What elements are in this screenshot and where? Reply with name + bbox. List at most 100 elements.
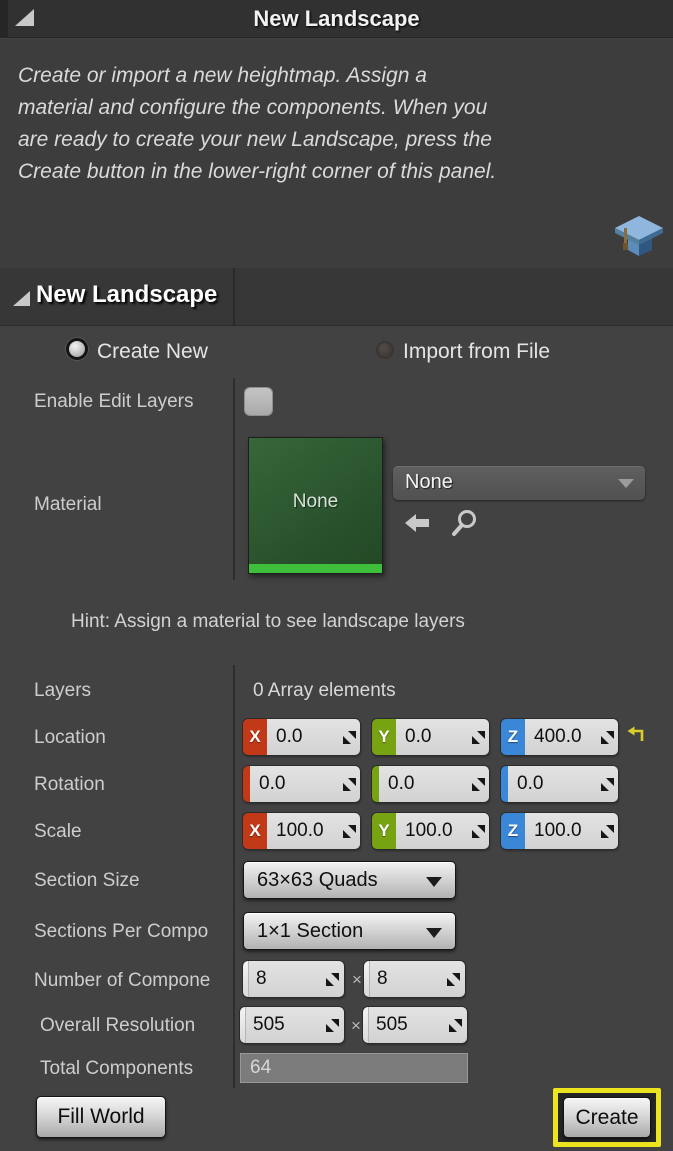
column-divider <box>233 665 235 1088</box>
diagonal-drag-icon[interactable] <box>472 824 485 838</box>
diagonal-drag-icon[interactable] <box>326 972 339 986</box>
scale-z-field[interactable]: Z 100.0 <box>501 813 618 849</box>
diagonal-drag-icon[interactable] <box>449 1018 462 1032</box>
panel-title: New Landscape <box>253 6 420 31</box>
diagonal-drag-icon[interactable] <box>326 1018 339 1032</box>
section-collapse-triangle-icon[interactable] <box>13 291 30 306</box>
description-pane: Create or import a new heightmap. Assign… <box>0 39 673 268</box>
material-thumbnail-text: None <box>292 491 339 512</box>
overall-resolution-label: Overall Resolution <box>40 1015 196 1036</box>
number-of-components-x-value[interactable]: 8 <box>256 968 267 990</box>
number-of-components-x-field[interactable]: 8 <box>243 961 344 997</box>
axis-x-tab: X <box>243 719 267 755</box>
description-line: are ready to create your new Landscape, … <box>18 128 492 151</box>
axis-z-tab: Z <box>501 719 525 755</box>
fill-world-button[interactable]: Fill World <box>36 1096 166 1138</box>
location-y-field[interactable]: Y 0.0 <box>372 719 489 755</box>
axis-y-tab: Y <box>372 813 396 849</box>
number-of-components-y-value[interactable]: 8 <box>377 968 388 990</box>
section-title: New Landscape <box>36 281 218 308</box>
radio-create-new-label[interactable]: Create New <box>97 340 208 364</box>
diagonal-drag-icon[interactable] <box>601 730 614 744</box>
material-thumbnail[interactable]: None <box>248 437 383 574</box>
diagonal-drag-icon[interactable] <box>447 972 460 986</box>
section-size-dropdown[interactable]: 63×63 Quads <box>243 861 456 899</box>
radio-create-new[interactable] <box>66 338 88 360</box>
scale-x-field[interactable]: X 100.0 <box>243 813 360 849</box>
rotation-y-value[interactable]: 0.0 <box>388 773 414 795</box>
diagonal-drag-icon[interactable] <box>601 777 614 791</box>
axis-x-tab: X <box>243 813 267 849</box>
chevron-down-icon <box>618 479 634 488</box>
column-divider <box>233 268 235 326</box>
use-selected-asset-arrow-icon[interactable] <box>404 512 430 534</box>
rotation-x-field[interactable]: 0.0 <box>243 766 360 802</box>
chevron-down-icon <box>426 877 442 887</box>
axis-y-tab <box>372 766 379 802</box>
browse-asset-magnifier-icon[interactable] <box>451 508 478 538</box>
create-button-focus-frame: Create <box>553 1088 661 1147</box>
diagonal-drag-icon[interactable] <box>472 777 485 791</box>
overall-resolution-y-value[interactable]: 505 <box>376 1014 408 1036</box>
location-x-field[interactable]: X 0.0 <box>243 719 360 755</box>
enable-edit-layers-label: Enable Edit Layers <box>34 391 194 412</box>
chevron-down-icon <box>426 928 442 938</box>
overall-resolution-x-value[interactable]: 505 <box>253 1014 285 1036</box>
sections-per-component-dropdown[interactable]: 1×1 Section <box>243 912 456 950</box>
diagonal-drag-icon[interactable] <box>601 824 614 838</box>
material-asset-dropdown[interactable]: None <box>393 466 645 500</box>
rotation-z-field[interactable]: 0.0 <box>501 766 618 802</box>
sections-per-component-value: 1×1 Section <box>257 920 364 942</box>
overall-resolution-y-field[interactable]: 505 <box>363 1007 467 1043</box>
description-text: Create or import a new heightmap. Assign… <box>0 39 673 188</box>
enable-edit-layers-checkbox[interactable] <box>245 388 272 415</box>
scale-x-value[interactable]: 100.0 <box>276 820 324 842</box>
material-thumbnail-stripe <box>249 564 382 573</box>
rotation-label: Rotation <box>34 774 105 795</box>
material-label: Material <box>34 494 102 515</box>
panel-title-bar: New Landscape <box>0 0 673 38</box>
location-z-field[interactable]: Z 400.0 <box>501 719 618 755</box>
axis-z-tab <box>501 766 508 802</box>
sections-per-component-label: Sections Per Compo <box>34 921 209 942</box>
axis-z-tab: Z <box>501 813 525 849</box>
scale-z-value[interactable]: 100.0 <box>534 820 582 842</box>
diagonal-drag-icon[interactable] <box>343 730 356 744</box>
column-divider <box>233 378 235 580</box>
section-size-label: Section Size <box>34 870 140 891</box>
section-header[interactable]: New Landscape <box>0 268 673 326</box>
scale-label: Scale <box>34 821 82 842</box>
material-asset-value: None <box>405 471 453 493</box>
radio-import-from-file[interactable] <box>376 341 394 359</box>
graduation-cap-icon[interactable] <box>613 212 665 258</box>
description-line: Create button in the lower-right corner … <box>18 160 497 183</box>
number-of-components-label: Number of Compone <box>34 970 211 991</box>
rotation-x-value[interactable]: 0.0 <box>259 773 285 795</box>
radio-import-from-file-label[interactable]: Import from File <box>403 340 550 364</box>
create-button[interactable]: Create <box>563 1097 651 1138</box>
location-y-value[interactable]: 0.0 <box>405 726 431 748</box>
scale-y-field[interactable]: Y 100.0 <box>372 813 489 849</box>
rotation-y-field[interactable]: 0.0 <box>372 766 489 802</box>
layers-array-value: 0 Array elements <box>253 680 396 701</box>
overall-resolution-x-field[interactable]: 505 <box>240 1007 344 1043</box>
location-label: Location <box>34 727 106 748</box>
diagonal-drag-icon[interactable] <box>343 777 356 791</box>
total-components-label: Total Components <box>40 1058 194 1079</box>
rotation-z-value[interactable]: 0.0 <box>517 773 543 795</box>
diagonal-drag-icon[interactable] <box>343 824 356 838</box>
location-x-value[interactable]: 0.0 <box>276 726 302 748</box>
total-components-value: 64 <box>250 1057 272 1078</box>
section-size-value: 63×63 Quads <box>257 869 378 891</box>
number-of-components-y-field[interactable]: 8 <box>364 961 465 997</box>
axis-x-tab <box>243 766 250 802</box>
diagonal-drag-icon[interactable] <box>472 730 485 744</box>
total-components-field: 64 <box>240 1053 468 1083</box>
reset-to-default-icon[interactable] <box>626 724 646 744</box>
multiply-separator: × <box>352 970 362 989</box>
scale-y-value[interactable]: 100.0 <box>405 820 453 842</box>
axis-y-tab: Y <box>372 719 396 755</box>
location-z-value[interactable]: 400.0 <box>534 726 582 748</box>
description-line: Create or import a new heightmap. Assign… <box>18 64 427 87</box>
layers-label: Layers <box>34 680 92 701</box>
